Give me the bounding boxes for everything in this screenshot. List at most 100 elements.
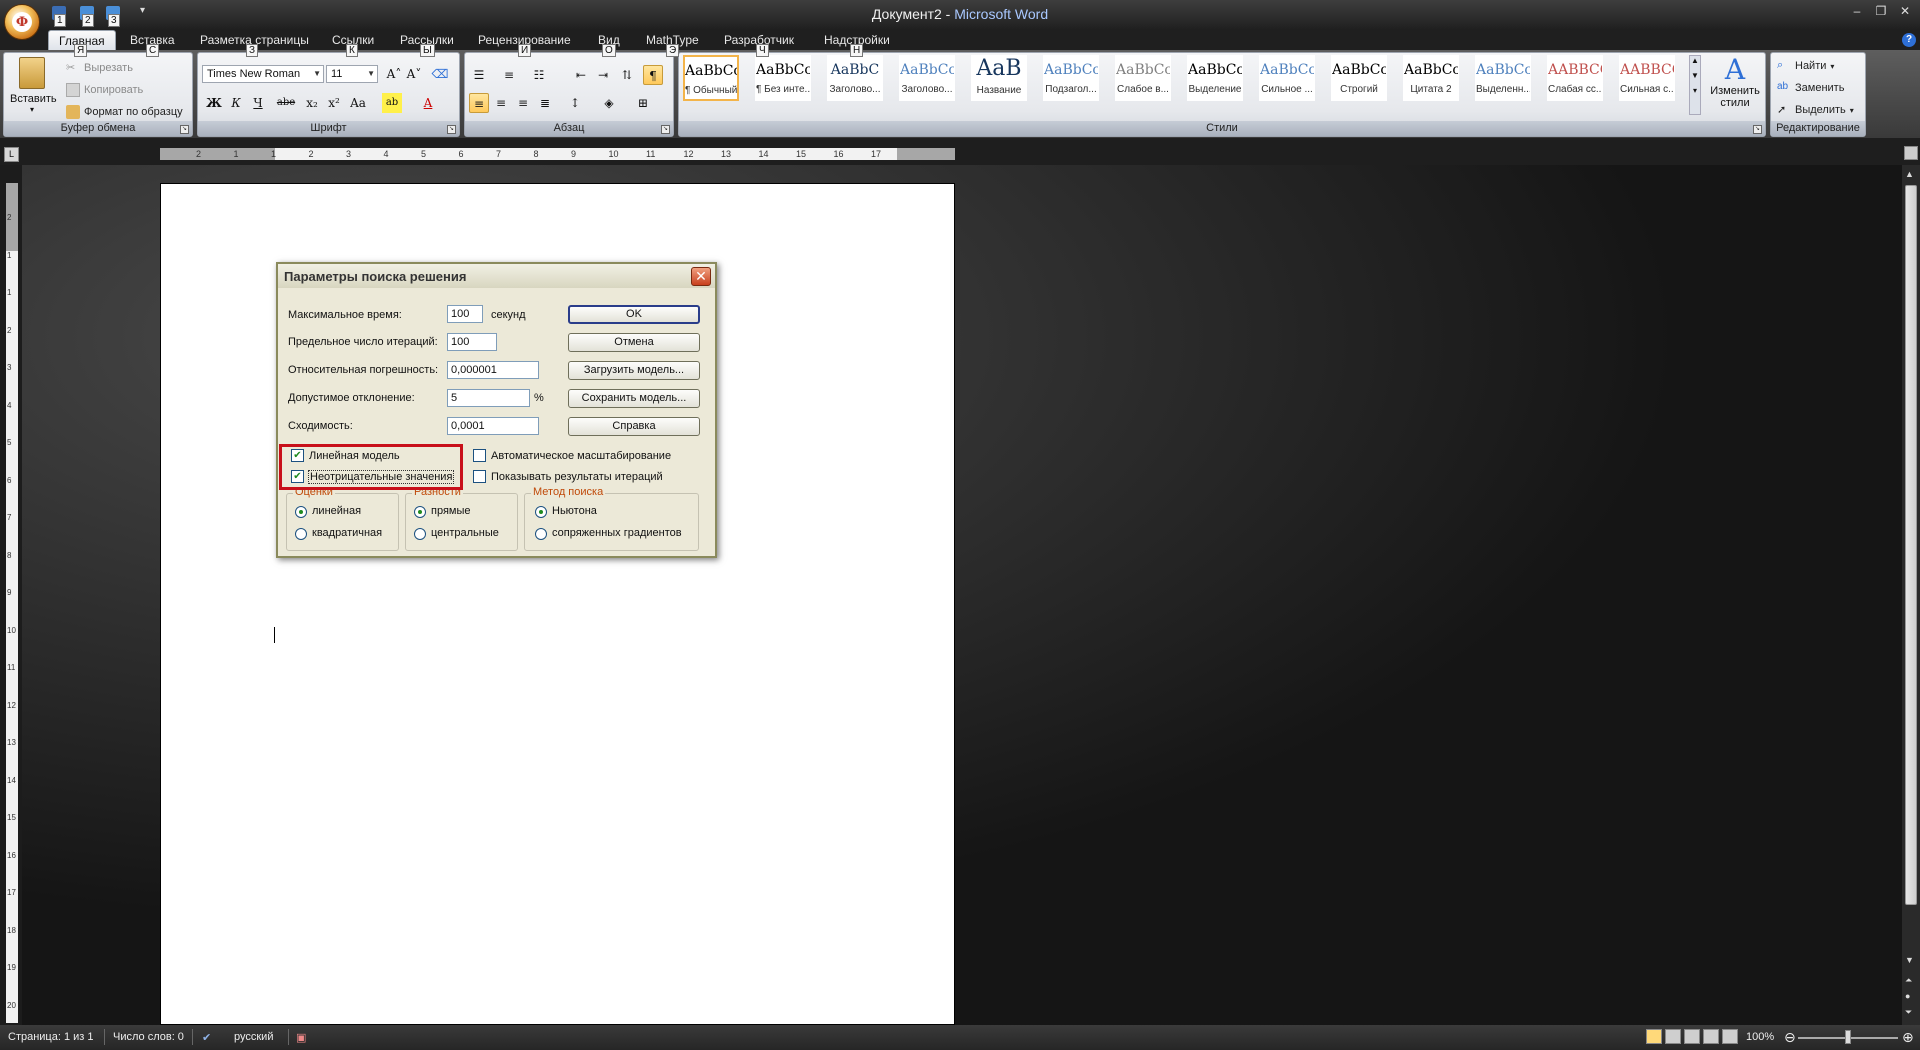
zoom-in-icon[interactable]: ⊕	[1902, 1029, 1914, 1046]
justify-icon[interactable]: ≣	[535, 93, 555, 113]
dialog-launcher-icon[interactable]: ↘	[180, 125, 189, 134]
show-marks-button[interactable]: ¶	[643, 65, 663, 85]
outline-icon[interactable]	[1703, 1029, 1719, 1044]
full-screen-reading-icon[interactable]	[1665, 1029, 1681, 1044]
style-tile[interactable]: AaBbCcL Выделение	[1187, 55, 1243, 101]
align-left-icon[interactable]: ≡	[469, 93, 489, 113]
cut-button[interactable]: ✂ Вырезать	[66, 61, 133, 75]
numbering-icon[interactable]: ≡	[499, 65, 519, 85]
view-ruler-icon[interactable]	[1904, 146, 1918, 160]
page-count[interactable]: Страница: 1 из 1	[8, 1031, 94, 1043]
scroll-up-icon[interactable]: ▲	[1905, 169, 1914, 179]
dialog-launcher-icon[interactable]: ↘	[1753, 125, 1762, 134]
dialog-launcher-icon[interactable]: ↘	[661, 125, 670, 134]
language[interactable]: русский	[234, 1031, 273, 1043]
style-tile[interactable]: AaBbCcl Строгий	[1331, 55, 1387, 101]
style-tile[interactable]: AABBCCI Слабая сс...	[1547, 55, 1603, 101]
highlight-button[interactable]: ab	[382, 93, 402, 113]
gallery-scroll[interactable]: ▲ ▼ ▾	[1689, 55, 1701, 115]
search-newton-radio[interactable]	[535, 506, 547, 518]
proofing-icon[interactable]: ✔	[202, 1031, 211, 1044]
print-layout-icon[interactable]	[1646, 1029, 1662, 1044]
precision-input[interactable]: 0,000001	[447, 361, 539, 379]
style-tile[interactable]: AaBbCcI ¶ Обычный	[683, 55, 739, 101]
borders-icon[interactable]: ⊞	[633, 93, 653, 113]
font-name-select[interactable]: Times New Roman ▼	[202, 65, 324, 83]
office-button[interactable]: Ф	[4, 4, 40, 40]
style-tile[interactable]: AaBbCcL Слабое в...	[1115, 55, 1171, 101]
vertical-ruler[interactable]: 21123456789101112131415161718192021	[6, 183, 18, 1047]
ok-button[interactable]: OK	[568, 305, 700, 324]
prev-page-icon[interactable]: ⏶	[1905, 975, 1912, 986]
select-button[interactable]: ➚ Выделить ▾	[1777, 103, 1854, 117]
align-center-icon[interactable]: ≡	[491, 93, 511, 113]
style-tile[interactable]: AaBbCcL Цитата 2	[1403, 55, 1459, 101]
align-right-icon[interactable]: ≡	[513, 93, 533, 113]
help-button[interactable]: Справка	[568, 417, 700, 436]
style-tile[interactable]: AABBCC Сильная с...	[1619, 55, 1675, 101]
italic-button[interactable]: К	[226, 93, 246, 113]
scroll-down-icon[interactable]: ▼	[1905, 955, 1914, 965]
clear-format-icon[interactable]: ⌫	[430, 64, 450, 84]
load-model-button[interactable]: Загрузить модель...	[568, 361, 700, 380]
bold-button[interactable]: Ж	[204, 93, 224, 113]
max-time-input[interactable]: 100	[447, 305, 483, 323]
shrink-font-button[interactable]: A˅	[404, 64, 424, 84]
style-tile[interactable]: AaBbCcI ¶ Без инте...	[755, 55, 811, 101]
decrease-indent-icon[interactable]: ⇤	[571, 65, 591, 85]
vertical-scrollbar[interactable]: ▲ ▼ ⏶ ● ⏷	[1902, 165, 1920, 1025]
minimize-button[interactable]: –	[1846, 4, 1868, 18]
superscript-button[interactable]: x²	[324, 93, 344, 113]
estimates-quadratic-radio[interactable]	[295, 528, 307, 540]
help-icon[interactable]: ?	[1902, 33, 1916, 47]
replace-button[interactable]: ab Заменить	[1777, 81, 1844, 95]
browse-object-icon[interactable]: ●	[1905, 991, 1910, 1001]
auto-scale-checkbox[interactable]	[473, 449, 486, 462]
style-tile[interactable]: AaB Название	[971, 55, 1027, 101]
save-model-button[interactable]: Сохранить модель...	[568, 389, 700, 408]
find-button[interactable]: ⌕ Найти ▾	[1777, 59, 1834, 73]
zoom-out-icon[interactable]: ⊖	[1784, 1029, 1796, 1046]
search-conjugate-radio[interactable]	[535, 528, 547, 540]
word-count[interactable]: Число слов: 0	[113, 1031, 184, 1043]
zoom-slider-thumb[interactable]	[1845, 1030, 1851, 1044]
format-painter-button[interactable]: Формат по образцу	[66, 105, 183, 119]
show-iterations-checkbox[interactable]	[473, 470, 486, 483]
style-tile[interactable]: AaBbC Заголово...	[827, 55, 883, 101]
web-layout-icon[interactable]	[1684, 1029, 1700, 1044]
increase-indent-icon[interactable]: ⇥	[593, 65, 613, 85]
draft-icon[interactable]	[1722, 1029, 1738, 1044]
copy-button[interactable]: Копировать	[66, 83, 143, 97]
change-case-button[interactable]: Aa	[348, 93, 368, 113]
strikethrough-button[interactable]: abe	[276, 93, 296, 113]
restore-button[interactable]: ❐	[1870, 4, 1892, 18]
macro-record-icon[interactable]: ▣	[296, 1031, 306, 1044]
tolerance-input[interactable]: 5	[447, 389, 530, 407]
horizontal-ruler[interactable]: 2 1 1 2 3 4 5 6 7 8 9 10 11 12 13 14 15 16 17	[160, 148, 955, 160]
underline-button[interactable]: Ч	[248, 93, 268, 113]
paste-button[interactable]: Вставить ▾	[10, 55, 57, 121]
dialog-title-bar[interactable]: Параметры поиска решения	[278, 264, 715, 288]
cancel-button[interactable]: Отмена	[568, 333, 700, 352]
font-color-button[interactable]: A	[418, 93, 438, 113]
subscript-button[interactable]: x₂	[302, 93, 322, 113]
style-tile[interactable]: AaBbCc. Подзагол...	[1043, 55, 1099, 101]
change-styles-button[interactable]: A Изменить стили	[1707, 55, 1763, 119]
derivatives-forward-radio[interactable]	[414, 506, 426, 518]
bullets-icon[interactable]: ☰	[469, 65, 489, 85]
style-tile[interactable]: AaBbCcL Выделенн...	[1475, 55, 1531, 101]
style-tile[interactable]: AaBbCc Заголово...	[899, 55, 955, 101]
dialog-launcher-icon[interactable]: ↘	[447, 125, 456, 134]
scroll-thumb[interactable]	[1905, 185, 1917, 905]
font-size-select[interactable]: 11 ▼	[326, 65, 378, 83]
line-spacing-icon[interactable]: ↕	[565, 93, 585, 113]
tab-selector[interactable]: L	[4, 147, 19, 162]
multilevel-list-icon[interactable]: ☷	[529, 65, 549, 85]
close-window-button[interactable]: ✕	[1894, 4, 1916, 18]
estimates-linear-radio[interactable]	[295, 506, 307, 518]
dialog-close-button[interactable]: ✕	[691, 267, 711, 286]
sort-icon[interactable]: ⇅	[617, 65, 637, 85]
convergence-input[interactable]: 0,0001	[447, 417, 539, 435]
shading-icon[interactable]: ◈	[599, 93, 619, 113]
derivatives-central-radio[interactable]	[414, 528, 426, 540]
